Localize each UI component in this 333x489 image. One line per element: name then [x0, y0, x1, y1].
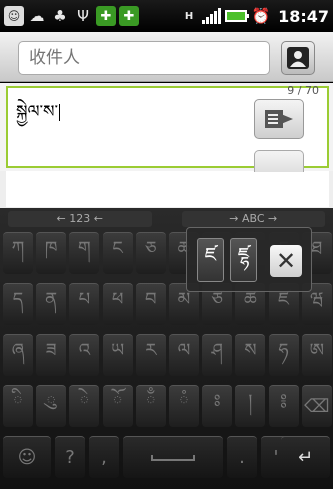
- alarm-icon: ⏰: [251, 7, 271, 25]
- key[interactable]: ཞ: [3, 334, 33, 376]
- contact-picker-button[interactable]: [281, 41, 315, 75]
- key[interactable]: ང: [102, 232, 133, 274]
- key[interactable]: ག: [69, 232, 100, 274]
- key[interactable]: ི: [3, 385, 33, 427]
- key[interactable]: ཨ: [301, 334, 332, 376]
- backspace-key[interactable]: ⌫: [301, 385, 332, 427]
- key[interactable]: ད: [3, 283, 33, 325]
- popup-char-1[interactable]: ཛ: [197, 238, 224, 282]
- popup-char-2[interactable]: ཛྷ: [230, 238, 257, 282]
- key[interactable]: ྃ: [135, 385, 166, 427]
- recipient-bar: [0, 32, 333, 82]
- attach-button[interactable]: [254, 150, 304, 172]
- key[interactable]: ན: [36, 283, 67, 325]
- network-type-label: H: [184, 10, 194, 22]
- popup-close-button[interactable]: ✕: [270, 245, 302, 277]
- key[interactable]: ལ: [169, 334, 199, 376]
- mode-abc-button[interactable]: → ABC →: [181, 211, 325, 227]
- key[interactable]: འ: [69, 334, 100, 376]
- key[interactable]: ཾ: [169, 385, 199, 427]
- space-key[interactable]: [123, 436, 223, 478]
- smiley-key[interactable]: ☺: [3, 436, 51, 478]
- app-icon: ☺: [4, 6, 24, 26]
- shield-icon: ✚: [119, 6, 139, 26]
- enter-key[interactable]: ↵: [281, 436, 330, 478]
- clock: 18:47: [278, 6, 329, 26]
- send-button[interactable]: [254, 99, 304, 139]
- key[interactable]: ༔: [268, 385, 299, 427]
- keyboard-row: ཞཟའཡརལཤསཧཨ: [0, 334, 333, 378]
- question-key[interactable]: ?: [55, 436, 85, 478]
- key[interactable]: ཕ: [102, 283, 133, 325]
- key[interactable]: ཿ: [202, 385, 233, 427]
- key[interactable]: ཧ: [268, 334, 299, 376]
- keyboard-row: ☺?,. ' ↵: [0, 436, 333, 480]
- character-popup: ཛ ཛྷ ✕: [186, 227, 312, 292]
- message-input-lower[interactable]: [6, 171, 329, 207]
- comma-key[interactable]: ,: [89, 436, 119, 478]
- key[interactable]: ཟ: [36, 334, 67, 376]
- shield-icon: ✚: [96, 6, 116, 26]
- chat-icon: ☁: [29, 7, 45, 25]
- android-icon: ♣: [53, 7, 67, 25]
- signal-icon: [202, 8, 222, 24]
- period-key[interactable]: .: [227, 436, 257, 478]
- person-icon: [287, 47, 309, 69]
- keyboard-row: ིེོུྃཾཿ ། ༔ ⌫: [0, 385, 333, 429]
- key[interactable]: །: [235, 385, 266, 427]
- battery-icon: [225, 10, 250, 22]
- key[interactable]: ུ: [36, 385, 67, 427]
- status-bar: ☺ ☁ ♣ Ψ ✚ ✚ H ⏰ 18:47: [0, 0, 333, 32]
- message-text: སྐྱེལ་ས་: [16, 102, 61, 122]
- char-counter: 9 / 70: [287, 84, 319, 97]
- key[interactable]: ོ: [102, 385, 133, 427]
- key[interactable]: བ: [135, 283, 166, 325]
- key[interactable]: ཀ: [3, 232, 33, 274]
- key[interactable]: ཅ: [135, 232, 166, 274]
- key[interactable]: ཁ: [36, 232, 67, 274]
- key[interactable]: ས: [235, 334, 266, 376]
- recipient-input[interactable]: [18, 41, 270, 75]
- key[interactable]: ཤ: [202, 334, 233, 376]
- send-icon: [265, 110, 293, 128]
- message-input[interactable]: སྐྱེལ་ས་: [6, 86, 246, 168]
- key[interactable]: ེ: [69, 385, 100, 427]
- key[interactable]: ཡ: [102, 334, 133, 376]
- space-bar-icon: [151, 454, 195, 461]
- usb-icon: Ψ: [77, 7, 89, 25]
- key[interactable]: པ: [69, 283, 100, 325]
- mode-123-button[interactable]: ← 123 ←: [8, 211, 152, 227]
- key[interactable]: ར: [135, 334, 166, 376]
